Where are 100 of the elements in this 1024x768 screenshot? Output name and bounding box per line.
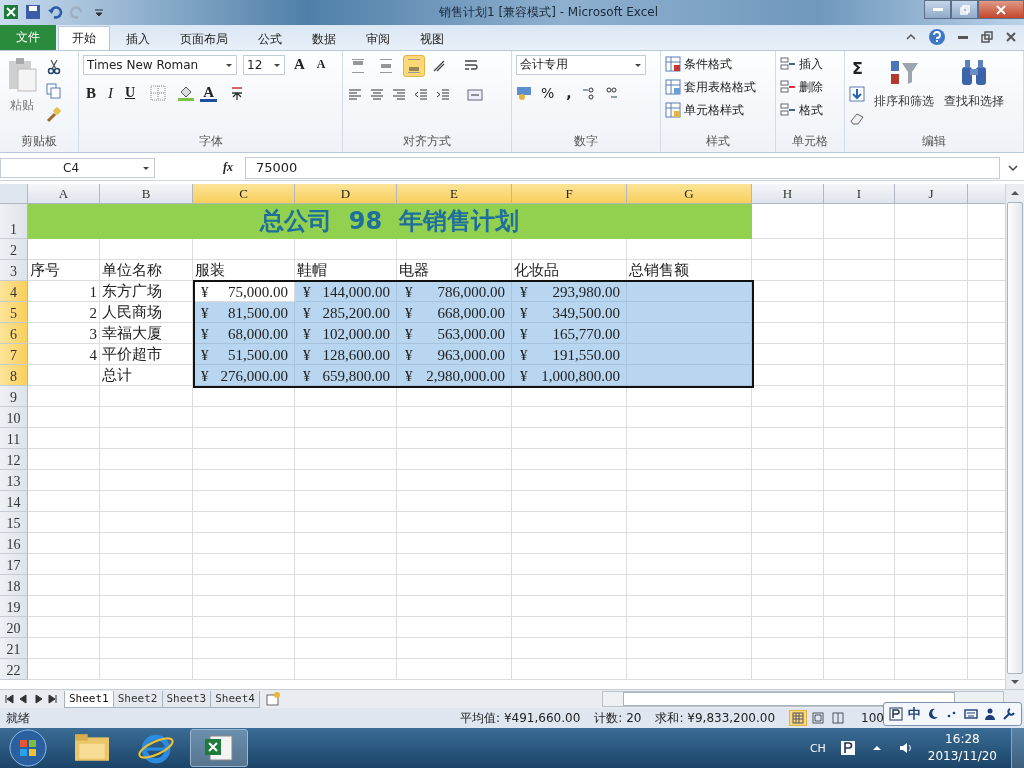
format-painter-icon[interactable] — [46, 106, 62, 123]
name-box[interactable]: C4 — [0, 157, 155, 178]
row-header[interactable]: 3 — [0, 259, 28, 281]
row-header[interactable]: 17 — [0, 553, 28, 575]
ribbon-tab[interactable]: 审阅 — [352, 27, 404, 50]
formula-field[interactable]: 75000 — [245, 156, 1000, 179]
ribbon-tab[interactable]: 插入 — [112, 27, 164, 50]
column-header[interactable]: C — [193, 183, 295, 204]
ime-logo-icon[interactable] — [839, 740, 856, 756]
restore-icon[interactable] — [980, 30, 994, 45]
decrease-indent-icon[interactable] — [413, 86, 429, 103]
clock-date[interactable]: 2013/11/20 — [927, 748, 997, 765]
row-header[interactable]: 14 — [0, 490, 28, 512]
italic-button[interactable]: I — [105, 84, 116, 102]
sort-filter-button[interactable]: 排序和筛选 — [871, 54, 936, 112]
row-header[interactable]: 13 — [0, 469, 28, 491]
ime-mode[interactable]: 中 — [908, 705, 921, 724]
language-indicator[interactable]: CH — [809, 741, 826, 755]
row-header[interactable]: 15 — [0, 511, 28, 533]
help-icon[interactable] — [928, 28, 946, 47]
styles-menu-button[interactable]: 条件格式 — [665, 54, 732, 74]
close-button[interactable] — [978, 0, 1024, 19]
column-header[interactable]: J — [895, 183, 968, 204]
sheet-tab[interactable]: Sheet3 — [161, 690, 212, 708]
font-name-field[interactable]: Times New Roman — [83, 54, 237, 75]
column-header[interactable]: D — [295, 183, 397, 204]
grow-font-button[interactable]: A — [291, 56, 308, 74]
insert-function-button[interactable]: fx — [217, 160, 239, 176]
percent-button[interactable]: % — [538, 84, 558, 101]
column-header[interactable]: F — [512, 183, 627, 204]
row-header[interactable]: 2 — [0, 238, 28, 260]
minimize-button[interactable] — [924, 0, 951, 19]
shrink-font-button[interactable]: A — [313, 57, 329, 73]
merge-center-icon[interactable] — [467, 86, 483, 103]
moon-icon[interactable] — [926, 707, 940, 722]
fill-color-icon[interactable] — [178, 85, 195, 102]
wrench-icon[interactable] — [1002, 707, 1016, 722]
row-header[interactable]: 9 — [0, 385, 28, 407]
start-button[interactable] — [8, 728, 48, 768]
row-header[interactable]: 11 — [0, 427, 28, 449]
cut-icon[interactable] — [46, 58, 62, 75]
sheet-navigation-icon[interactable] — [4, 694, 60, 705]
number-format-field[interactable]: 会计专用 — [516, 54, 646, 75]
row-header[interactable]: 8 — [0, 364, 28, 386]
styles-menu-button[interactable]: 单元格样式 — [665, 100, 744, 120]
volume-icon[interactable] — [897, 740, 914, 756]
ribbon-tab[interactable]: 公式 — [244, 27, 296, 50]
currency-icon[interactable] — [516, 84, 532, 101]
increase-indent-icon[interactable] — [435, 86, 451, 103]
ribbon-tab[interactable]: 页面布局 — [166, 27, 242, 50]
scroll-thumb[interactable] — [1007, 201, 1023, 674]
cells-menu-button[interactable]: 删除 — [780, 77, 823, 97]
column-header[interactable]: E — [397, 183, 512, 204]
keyboard-icon[interactable] — [964, 707, 978, 722]
column-header[interactable]: A — [28, 183, 100, 204]
row-header[interactable]: 4 — [0, 280, 28, 302]
paste-button[interactable]: 粘贴 — [4, 54, 40, 116]
row-header[interactable]: 22 — [0, 658, 28, 680]
column-header[interactable]: G — [627, 183, 752, 204]
fill-icon[interactable] — [849, 85, 865, 102]
ribbon-tab[interactable]: 数据 — [298, 27, 350, 50]
restore-button[interactable] — [951, 0, 978, 19]
row-header[interactable]: 12 — [0, 448, 28, 470]
row-header[interactable]: 10 — [0, 406, 28, 428]
bold-button[interactable]: B — [83, 84, 99, 102]
align-left-icon[interactable] — [347, 86, 363, 103]
find-select-button[interactable]: 查找和选择 — [941, 54, 1006, 112]
row-header[interactable]: 20 — [0, 616, 28, 638]
row-header[interactable]: 19 — [0, 595, 28, 617]
column-header[interactable]: I — [824, 183, 895, 204]
copy-icon[interactable] — [46, 82, 62, 99]
cells-menu-button[interactable]: 格式 — [780, 100, 823, 120]
excel-taskbar-button[interactable] — [190, 729, 248, 767]
show-desktop-button[interactable] — [1011, 728, 1024, 768]
clock-time[interactable]: 16:28 — [945, 731, 980, 748]
undo-icon[interactable] — [47, 4, 63, 21]
ribbon-tab[interactable]: 视图 — [406, 27, 458, 50]
ime-logo-icon[interactable] — [889, 707, 903, 722]
sheet-tab[interactable]: Sheet1 — [64, 690, 114, 708]
sheet-tab[interactable]: Sheet2 — [112, 690, 163, 708]
ribbon-tab[interactable]: 开始 — [58, 25, 110, 50]
increase-decimal-icon[interactable] — [580, 84, 597, 101]
cells-menu-button[interactable]: 插入 — [780, 54, 823, 74]
comma-button[interactable]: , — [563, 84, 575, 101]
row-header[interactable]: 1 — [0, 203, 28, 239]
row-header[interactable]: 21 — [0, 637, 28, 659]
font-size-field[interactable]: 12 — [243, 54, 285, 75]
phonetic-icon[interactable] — [229, 85, 245, 102]
styles-menu-button[interactable]: 套用表格格式 — [665, 77, 756, 97]
underline-button[interactable]: U — [122, 85, 139, 102]
align-right-icon[interactable] — [391, 86, 407, 103]
file-tab[interactable]: 文件 — [0, 24, 56, 50]
row-header[interactable]: 7 — [0, 343, 28, 365]
vertical-scrollbar[interactable] — [1005, 183, 1024, 690]
sheet-tab[interactable]: Sheet4 — [210, 690, 260, 708]
row-header[interactable]: 18 — [0, 574, 28, 596]
vertical-align-button[interactable] — [403, 54, 425, 77]
user-icon[interactable] — [983, 707, 997, 722]
excel-icon[interactable] — [3, 4, 19, 21]
save-icon[interactable] — [25, 4, 41, 21]
